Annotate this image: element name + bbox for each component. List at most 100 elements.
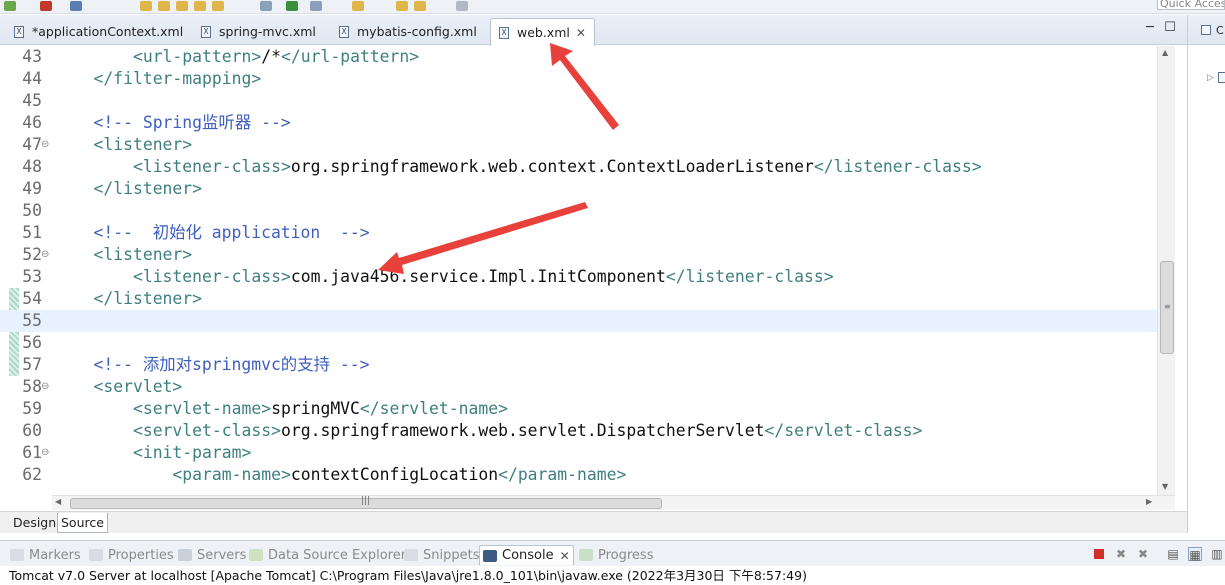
- line-number: 61: [22, 443, 42, 462]
- horizontal-scrollbar[interactable]: ◀ ||| ▶: [52, 495, 1175, 510]
- forward-icon[interactable]: [414, 1, 426, 11]
- line-number: 46: [22, 113, 42, 132]
- code-line[interactable]: 62 <param-name>contextConfigLocation</pa…: [0, 464, 1160, 486]
- code-editor[interactable]: 43 <url-pattern>/*</url-pattern> 44 </fil…: [0, 46, 1175, 495]
- code-line[interactable]: 57 <!-- 添加对springmvc的支持 -->: [0, 354, 1160, 376]
- search-icon[interactable]: [176, 1, 188, 11]
- tab-servers[interactable]: Servers: [178, 545, 246, 565]
- terminate-icon[interactable]: [1092, 547, 1106, 561]
- fold-toggle-icon[interactable]: ⊖: [41, 134, 49, 156]
- maximize-icon[interactable]: ☐: [1163, 21, 1177, 36]
- tab-design[interactable]: Design: [10, 513, 59, 533]
- code-text[interactable]: <listener>: [54, 134, 192, 156]
- tab-spring-mvc[interactable]: X spring-mvc.xml: [193, 18, 324, 45]
- tab-web-xml[interactable]: X web.xml ✕: [490, 18, 595, 46]
- code-text[interactable]: <param-name>contextConfigLocation</param…: [54, 464, 626, 486]
- line-number: 58: [22, 377, 42, 396]
- code-text[interactable]: <listener-class>org.springframework.web.…: [54, 156, 982, 178]
- code-line[interactable]: 56: [0, 332, 1160, 354]
- external-tools-icon[interactable]: [310, 1, 322, 11]
- scroll-right-icon[interactable]: ▶: [1146, 497, 1152, 506]
- code-text[interactable]: <!-- 初始化 application -->: [54, 222, 369, 244]
- remove-launch-icon[interactable]: ✖: [1114, 547, 1128, 561]
- back-icon[interactable]: [396, 1, 408, 11]
- horizontal-scroll-thumb[interactable]: |||: [70, 496, 662, 509]
- debug-icon[interactable]: [40, 1, 52, 11]
- fold-toggle-icon[interactable]: ⊖: [41, 244, 49, 266]
- code-line[interactable]: 60 <servlet-class>org.springframework.we…: [0, 420, 1160, 442]
- tab-data-source-explorer[interactable]: Data Source Explorer: [249, 545, 406, 565]
- tab-console[interactable]: Console ✕: [479, 545, 574, 565]
- new-file-icon[interactable]: [140, 1, 152, 11]
- code-text[interactable]: <servlet>: [54, 376, 182, 398]
- outline-icon[interactable]: [1201, 25, 1211, 35]
- tab-properties[interactable]: Properties: [89, 545, 174, 565]
- edit-icon[interactable]: [194, 1, 206, 11]
- run-last-icon[interactable]: [286, 1, 298, 11]
- code-line[interactable]: 55: [0, 310, 1160, 332]
- code-text[interactable]: <listener>: [54, 244, 192, 266]
- display-selected-console-icon[interactable]: ▦: [1188, 547, 1202, 562]
- code-line[interactable]: 46 <!-- Spring监听器 -->: [0, 112, 1160, 134]
- close-icon[interactable]: ✕: [576, 26, 586, 40]
- view-tab-label: Progress: [598, 547, 654, 563]
- code-text[interactable]: <!-- 添加对springmvc的支持 -->: [54, 354, 369, 376]
- code-line[interactable]: 52 ⊖ <listener>: [0, 244, 1160, 266]
- code-text[interactable]: <init-param>: [54, 442, 251, 464]
- tab-markers[interactable]: Markers: [10, 545, 81, 565]
- xml-tag: </listener>: [93, 179, 203, 198]
- fold-toggle-icon[interactable]: ⊖: [41, 442, 49, 464]
- fold-toggle-icon[interactable]: ⊖: [41, 376, 49, 398]
- vertical-scrollbar[interactable]: ▲ ≡ ▼: [1157, 46, 1175, 495]
- code-line[interactable]: 61 ⊖ <init-param>: [0, 442, 1160, 464]
- code-text[interactable]: </filter-mapping>: [54, 68, 261, 90]
- code-text[interactable]: <servlet-name>springMVC</servlet-name>: [54, 398, 508, 420]
- quick-access-input[interactable]: Quick Access: [1157, 0, 1225, 10]
- code-text[interactable]: <url-pattern>/*</url-pattern>: [54, 46, 419, 68]
- step-icon[interactable]: [260, 1, 272, 11]
- minimize-icon[interactable]: ─: [1143, 21, 1157, 36]
- code-text[interactable]: <listener-class>com.java456.service.Impl…: [54, 266, 834, 288]
- tab-source[interactable]: Source: [57, 513, 108, 533]
- code-line[interactable]: 50: [0, 200, 1160, 222]
- code-line[interactable]: 54 </listener>: [0, 288, 1160, 310]
- remove-all-icon[interactable]: ✖: [1136, 547, 1150, 561]
- code-text[interactable]: <!-- Spring监听器 -->: [54, 112, 290, 134]
- code-line[interactable]: 48 <listener-class>org.springframework.w…: [0, 156, 1160, 178]
- view-tab-label: Console: [502, 548, 554, 563]
- tab-application-context[interactable]: X *applicationContext.xml: [6, 18, 191, 45]
- scroll-down-icon[interactable]: ▼: [1162, 482, 1168, 491]
- code-text[interactable]: <servlet-class>org.springframework.web.s…: [54, 420, 922, 442]
- code-line[interactable]: 49 </listener>: [0, 178, 1160, 200]
- code-line[interactable]: 58 ⊖ <servlet>: [0, 376, 1160, 398]
- code-text[interactable]: </listener>: [54, 178, 202, 200]
- code-line[interactable]: 45: [0, 90, 1160, 112]
- run-icon[interactable]: [4, 1, 16, 11]
- close-icon[interactable]: ✕: [560, 549, 570, 563]
- pin-icon[interactable]: [456, 1, 468, 11]
- pin-console-icon[interactable]: ▤: [1166, 547, 1180, 561]
- tab-progress[interactable]: Progress: [579, 545, 653, 565]
- code-line[interactable]: 53 <listener-class>com.java456.service.I…: [0, 266, 1160, 288]
- tab-mybatis-config[interactable]: X mybatis-config.xml: [331, 18, 485, 45]
- server-icon[interactable]: [70, 1, 82, 11]
- open-folder-icon[interactable]: [158, 1, 170, 11]
- code-line[interactable]: 43 <url-pattern>/*</url-pattern>: [0, 46, 1160, 68]
- scroll-up-icon[interactable]: ▲: [1162, 48, 1168, 57]
- code-lines[interactable]: 43 <url-pattern>/*</url-pattern> 44 </fil…: [0, 46, 1160, 486]
- code-line[interactable]: 59 <servlet-name>springMVC</servlet-name…: [0, 398, 1160, 420]
- open-console-icon[interactable]: ▥: [1210, 547, 1224, 561]
- code-text[interactable]: </listener>: [54, 288, 202, 310]
- code-line[interactable]: 44 </filter-mapping>: [0, 68, 1160, 90]
- code-line[interactable]: 47 ⊖ <listener>: [0, 134, 1160, 156]
- line-number: 55: [22, 311, 42, 330]
- expand-arrow-icon[interactable]: ▷: [1207, 73, 1214, 83]
- scroll-left-icon[interactable]: ◀: [55, 497, 61, 506]
- xml-tag: </listener-class>: [665, 267, 834, 286]
- tab-snippets[interactable]: Snippets: [404, 545, 479, 565]
- build-icon[interactable]: [212, 1, 224, 11]
- outline-node-icon[interactable]: [1218, 72, 1225, 83]
- annotation-icon[interactable]: [352, 1, 364, 11]
- vertical-scroll-thumb[interactable]: ≡: [1160, 261, 1174, 354]
- code-line[interactable]: 51 <!-- 初始化 application -->: [0, 222, 1160, 244]
